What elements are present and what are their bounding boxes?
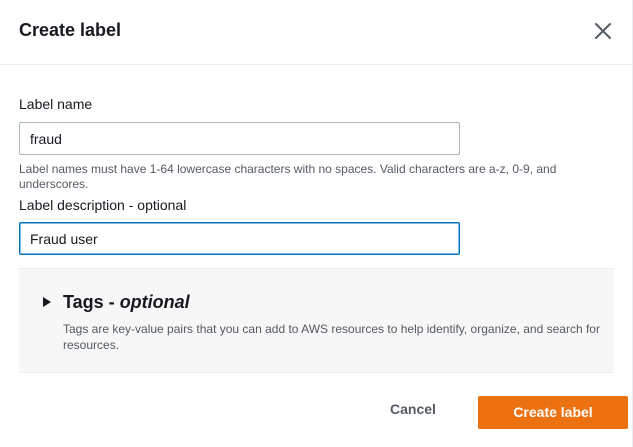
dialog-header: Create label bbox=[0, 0, 633, 65]
close-icon bbox=[595, 23, 611, 39]
create-label-button[interactable]: Create label bbox=[478, 396, 628, 429]
caret-right-icon bbox=[43, 297, 51, 307]
cancel-button[interactable]: Cancel bbox=[390, 401, 436, 417]
tags-optional-text: optional bbox=[119, 292, 190, 312]
tags-title-text: Tags - bbox=[63, 292, 115, 312]
close-button[interactable] bbox=[592, 20, 614, 42]
dialog-title: Create label bbox=[19, 20, 122, 40]
label-name-hint: Label names must have 1-64 lowercase cha… bbox=[19, 162, 557, 191]
label-description-label: Label description - optional bbox=[19, 197, 187, 213]
label-name-label: Label name bbox=[19, 96, 93, 112]
tags-heading: Tags - optional bbox=[63, 292, 190, 313]
tags-section: Tags - optional Tags are key-value pairs… bbox=[19, 268, 614, 373]
tags-description: Tags are key-value pairs that you can ad… bbox=[63, 322, 600, 352]
label-description-input[interactable] bbox=[19, 222, 460, 255]
create-label-dialog: Create label Label name Label names must… bbox=[0, 0, 633, 447]
label-name-input[interactable] bbox=[19, 122, 460, 155]
